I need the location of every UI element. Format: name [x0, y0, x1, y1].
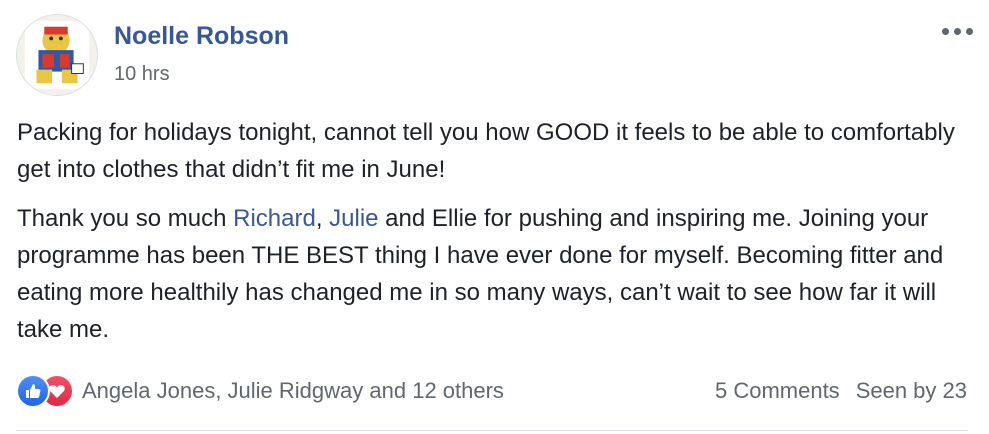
avatar-image — [17, 15, 97, 95]
post-body: Packing for holidays tonight, cannot tel… — [17, 114, 977, 360]
post-stats: 5 Comments Seen by 23 — [715, 378, 967, 404]
post-paragraph-1: Packing for holidays tonight, cannot tel… — [17, 119, 955, 183]
feed-post: Noelle Robson 10 hrs Packing for holiday… — [0, 0, 989, 434]
text-segment: Thank you so much — [17, 205, 234, 232]
mention-julie-link[interactable]: Julie — [329, 205, 378, 232]
reactions-summary[interactable]: Angela Jones, Julie Ridgway and 12 other… — [16, 374, 504, 408]
post-timestamp[interactable]: 10 hrs — [114, 63, 170, 86]
footer-divider — [16, 430, 968, 431]
post-paragraph-2: Thank you so much Richard, Julie and Ell… — [17, 200, 977, 348]
comments-count-link[interactable]: 5 Comments — [715, 378, 840, 403]
more-options-icon[interactable] — [940, 22, 976, 42]
text-segment: , — [315, 205, 330, 232]
author-name-link[interactable]: Noelle Robson — [114, 22, 289, 51]
reactors-link[interactable]: Angela Jones, Julie Ridgway and 12 other… — [82, 378, 504, 404]
mention-richard-link[interactable]: Richard — [233, 205, 316, 232]
author-avatar[interactable] — [16, 14, 98, 96]
like-icon — [16, 374, 50, 408]
seen-by-link[interactable]: Seen by 23 — [856, 378, 967, 403]
